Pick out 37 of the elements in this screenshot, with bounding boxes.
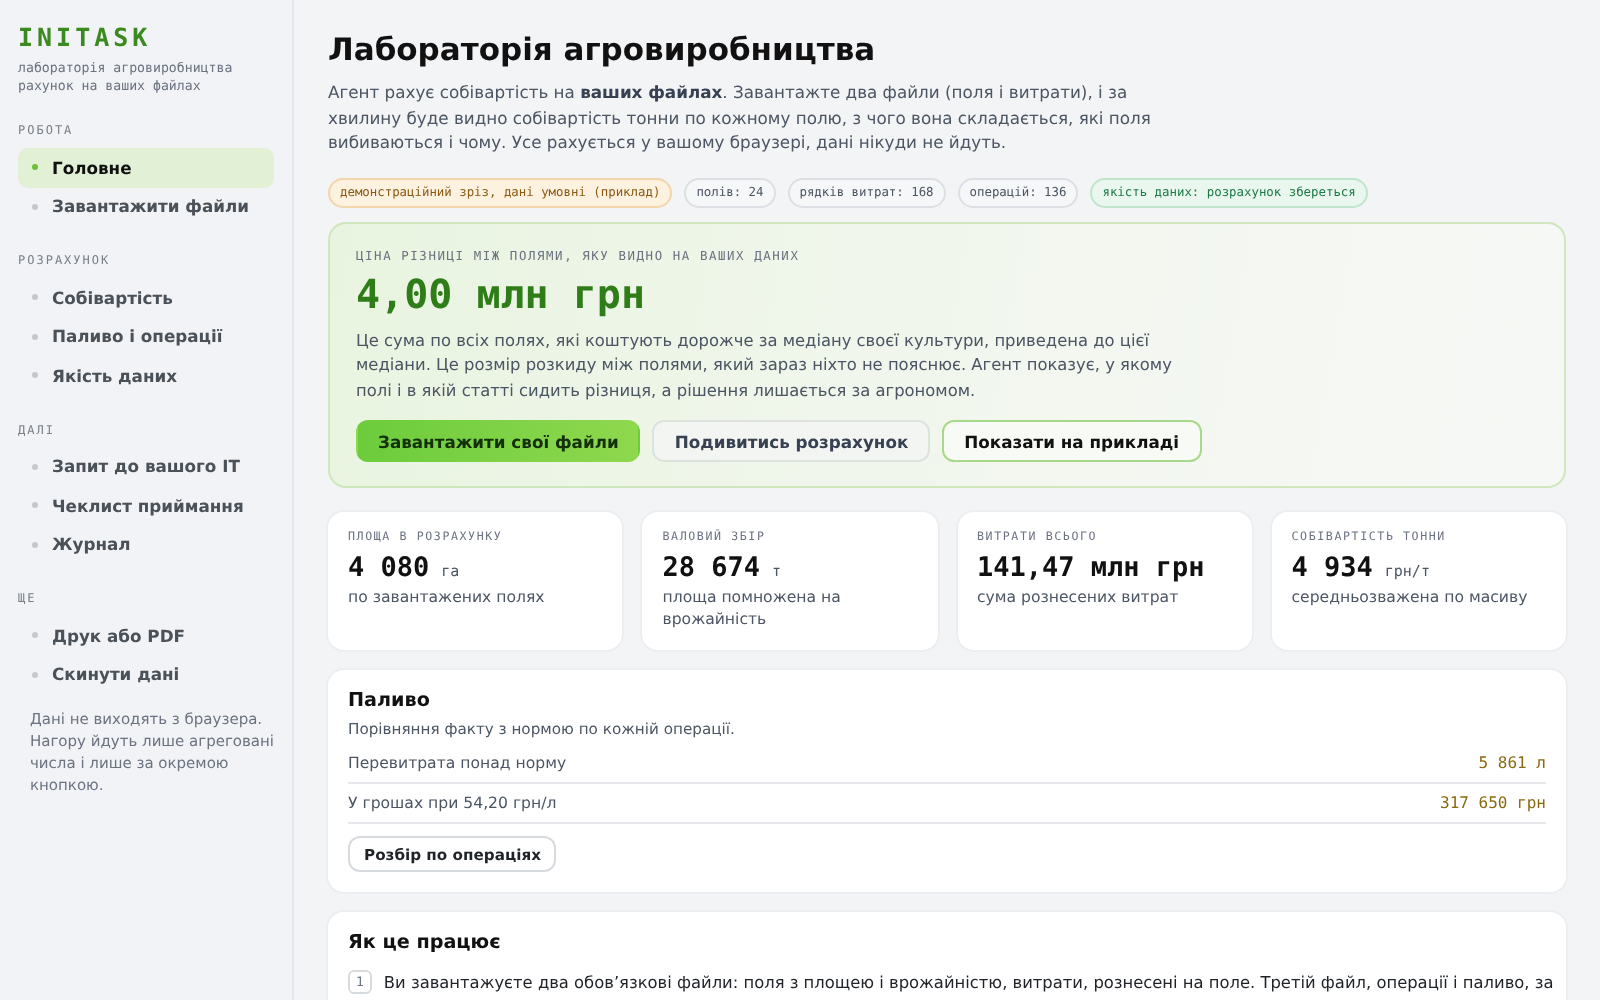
hero-text: Це сума по всіх полях, які коштують дорожче за медіану своєї культури, приведена до цієї медіани. Це розмір розкиду між полями, який зараз ніхто не пояснює. Агент показує, у якому полі і в якій статті сидить різниця, а рішення лишається за агрономом.	[356, 327, 1174, 403]
bullet-icon	[32, 541, 38, 548]
intro-text: Агент рахує собівартість на ваших файлах. Завантажте два файли (поля і витрати), і за хвилину буде видно собівартість тонни по кожному полю, з чого вона складається, які поля вибиваються і чому. Усе рахується у вашому браузері, дані нікуди не йдуть.	[328, 80, 1153, 156]
nav-item[interactable]: Завантажити файли	[18, 187, 274, 226]
nav-item[interactable]: Журнал	[18, 525, 274, 564]
stat-value: 141,47 млн грн	[977, 552, 1205, 585]
action-button[interactable]: Подивитись розрахунок	[652, 420, 931, 463]
brand-logo: INITASK	[18, 22, 154, 52]
bullet-icon	[32, 463, 38, 470]
card-title: Як це працює	[348, 932, 503, 955]
bullet-icon	[32, 632, 38, 639]
stat-value: 28 674	[662, 552, 761, 585]
page-title: Лабораторія агровиробництва	[328, 32, 878, 68]
nav-item[interactable]: Собівартість	[18, 278, 274, 317]
row-value: 317 650 грн	[1440, 794, 1546, 813]
bullet-icon	[32, 671, 38, 678]
action-button[interactable]: Завантажити свої файли	[356, 420, 641, 463]
nav-item[interactable]: Друк або PDF	[18, 616, 274, 655]
nav-item[interactable]: Якість даних	[18, 356, 274, 395]
hero-value: 4,00 млн грн	[356, 269, 647, 318]
bullet-icon	[32, 333, 38, 340]
bullet-icon	[32, 372, 38, 379]
nav-item[interactable]: Скинути дані	[18, 655, 274, 694]
stat-value: 4 080	[348, 552, 430, 585]
bullet-icon	[32, 294, 38, 301]
row-value: 5 861 л	[1478, 754, 1546, 773]
nav-item[interactable]: Паливо і операції	[18, 317, 274, 356]
bullet-icon	[32, 164, 38, 171]
action-button[interactable]: Показати на прикладі	[942, 420, 1202, 463]
bullet-icon	[32, 203, 38, 210]
bullet-icon	[32, 502, 38, 509]
card-title: Паливо	[348, 690, 432, 713]
nav-item[interactable]: Чеклист приймання	[18, 486, 274, 525]
nav-item[interactable]: Запит до вашого IT	[18, 447, 274, 486]
stat-value: 4 934	[1291, 552, 1373, 585]
nav-item[interactable]: Головне	[18, 148, 274, 187]
step-text: Ви завантажуєте два обов’язкові файли: поля з площею і врожайністю, витрати, рознесені на поле. Третій файл, операції і паливо, за	[383, 972, 1554, 993]
